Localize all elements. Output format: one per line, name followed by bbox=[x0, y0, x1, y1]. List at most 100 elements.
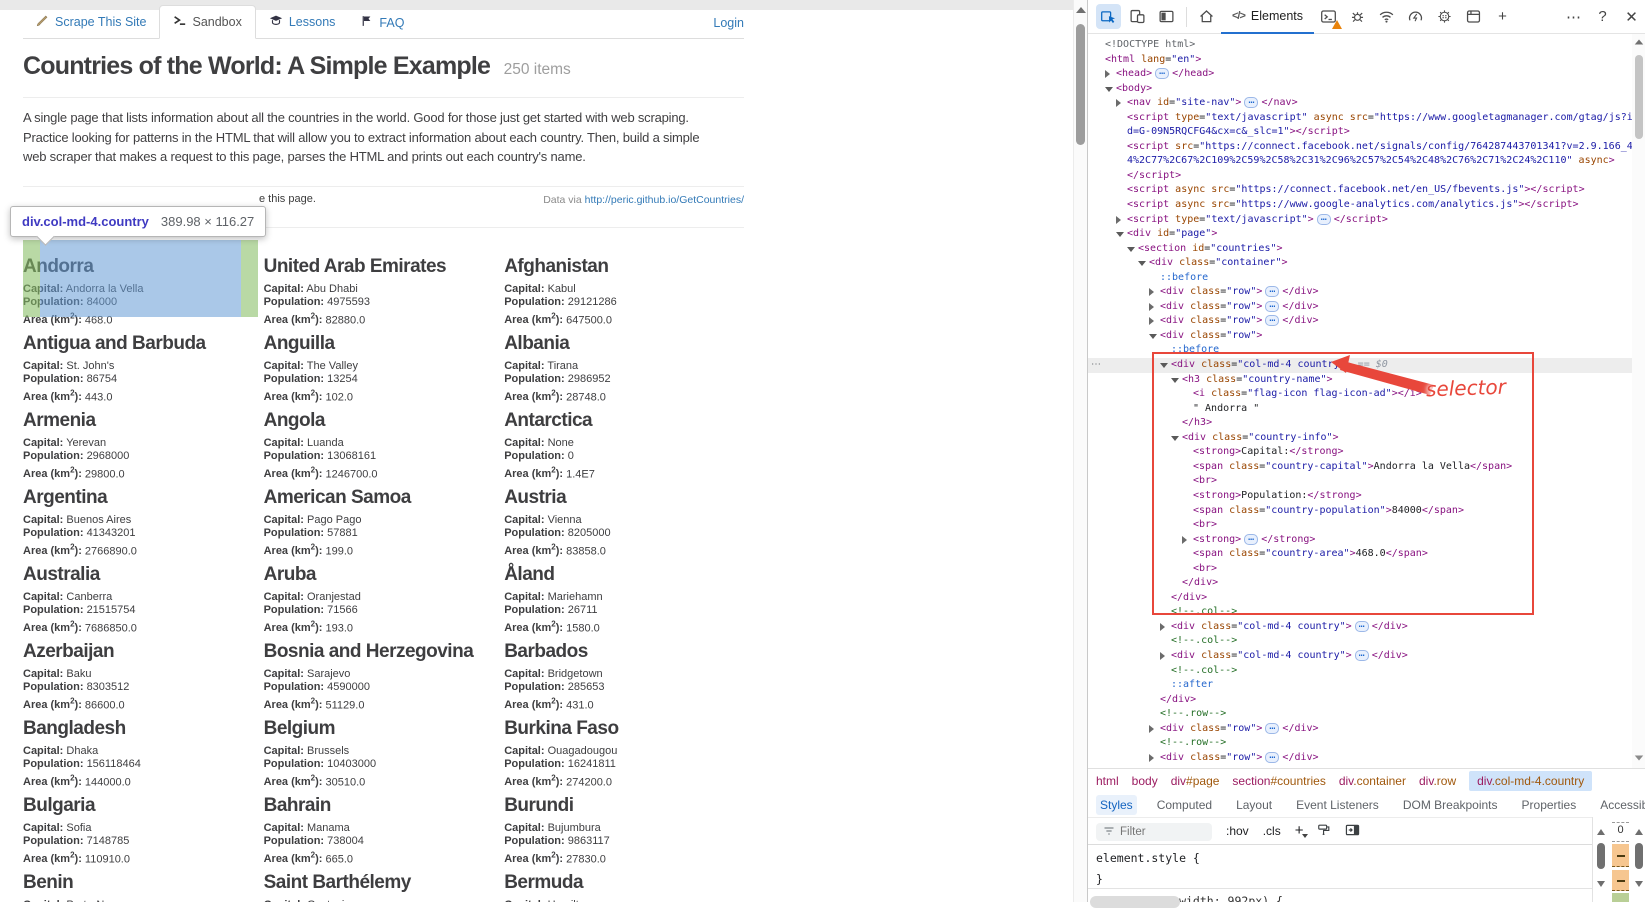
breadcrumb-item[interactable]: section#countries bbox=[1232, 774, 1325, 788]
expand-ellipsis-button[interactable]: … bbox=[1265, 752, 1279, 763]
panel-tab-layout[interactable]: Layout bbox=[1232, 795, 1276, 815]
panel-tab-accessibility[interactable]: Accessibility bbox=[1596, 795, 1645, 815]
collapse-arrow-icon[interactable] bbox=[1105, 87, 1113, 92]
scroll-down-arrow-icon[interactable] bbox=[1597, 881, 1605, 887]
dom-tree-line[interactable]: <!DOCTYPE html> bbox=[1088, 38, 1632, 53]
computed-sidebar-toggle-icon[interactable] bbox=[1345, 823, 1360, 840]
dom-tree-scrollbar[interactable] bbox=[1632, 34, 1645, 768]
expand-ellipsis-button[interactable]: … bbox=[1244, 97, 1258, 108]
nav-tab-sandbox[interactable]: Sandbox bbox=[159, 5, 255, 39]
scroll-up-arrow-icon[interactable] bbox=[1635, 829, 1643, 835]
collapse-arrow-icon[interactable] bbox=[1171, 378, 1179, 383]
dom-tree-line[interactable]: <div class="row"> bbox=[1088, 329, 1632, 344]
expand-ellipsis-button[interactable]: … bbox=[1155, 68, 1169, 79]
collapse-arrow-icon[interactable] bbox=[1171, 436, 1179, 441]
dom-tree-line[interactable]: <span class="country-population">84000</… bbox=[1088, 504, 1632, 519]
dom-tree-line[interactable]: <br> bbox=[1088, 474, 1632, 489]
dom-tree-line[interactable]: <strong>Capital:</strong> bbox=[1088, 445, 1632, 460]
panel-tab-event-listeners[interactable]: Event Listeners bbox=[1292, 795, 1383, 815]
dom-tree-line[interactable]: <strong>Population:</strong> bbox=[1088, 489, 1632, 504]
styles-scrollbar-thumb[interactable] bbox=[1597, 843, 1605, 869]
dom-tree-line[interactable]: " Andorra " bbox=[1088, 402, 1632, 417]
page-scrollbar-thumb[interactable] bbox=[1076, 24, 1085, 145]
expand-arrow-icon[interactable] bbox=[1105, 70, 1110, 78]
breadcrumb-item[interactable]: div.container bbox=[1339, 774, 1406, 788]
expand-ellipsis-button[interactable]: … bbox=[1265, 315, 1279, 326]
dom-tree-line[interactable]: <nav id="site-nav">…</nav> bbox=[1088, 96, 1632, 111]
expand-ellipsis-button[interactable]: … bbox=[1317, 214, 1331, 225]
nav-tab-scrape-this-site[interactable]: Scrape This Site bbox=[23, 6, 159, 38]
dom-tree-line[interactable]: </script> bbox=[1088, 169, 1632, 184]
help-icon[interactable]: ? bbox=[1590, 4, 1615, 29]
element-style-rule[interactable]: element.style { bbox=[1096, 851, 1200, 865]
panel-tab-styles[interactable]: Styles bbox=[1096, 795, 1137, 815]
expand-arrow-icon[interactable] bbox=[1160, 652, 1165, 660]
expand-ellipsis-button[interactable]: … bbox=[1265, 301, 1279, 312]
dom-scrollbar-thumb[interactable] bbox=[1635, 55, 1643, 139]
dom-tree-line[interactable]: ::after bbox=[1088, 678, 1632, 693]
sources-icon[interactable] bbox=[1345, 4, 1370, 29]
breadcrumb-item[interactable]: html bbox=[1096, 774, 1119, 788]
dom-tree-line[interactable]: 4%2C77%2C67%2C109%2C59%2C58%2C31%2C96%2C… bbox=[1088, 154, 1632, 169]
dom-tree-line[interactable]: <script async src="https://connect.faceb… bbox=[1088, 183, 1632, 198]
expand-ellipsis-button[interactable]: … bbox=[1265, 723, 1279, 734]
expand-arrow-icon[interactable] bbox=[1149, 754, 1154, 762]
home-icon[interactable] bbox=[1194, 4, 1219, 29]
dom-tree-line[interactable]: <div class="row">…</div> bbox=[1088, 751, 1632, 766]
dom-tree-line[interactable]: <div class="container"> bbox=[1088, 256, 1632, 271]
dom-tree-line[interactable]: <div class="col-md-4 country">…</div> bbox=[1088, 649, 1632, 664]
dom-tree-line[interactable]: <div class="row">…</div> bbox=[1088, 300, 1632, 315]
dom-tree-line[interactable]: <div id="page"> bbox=[1088, 227, 1632, 242]
expand-arrow-icon[interactable] bbox=[1116, 99, 1121, 107]
dom-tree-line[interactable]: <div class="row">…</div> bbox=[1088, 314, 1632, 329]
panel-tab-dom-breakpoints[interactable]: DOM Breakpoints bbox=[1399, 795, 1502, 815]
dom-tree-line[interactable]: </h3> bbox=[1088, 416, 1632, 431]
network-icon[interactable] bbox=[1374, 4, 1399, 29]
toggle-classes-button[interactable]: .cls bbox=[1263, 824, 1281, 838]
dom-tree-line[interactable]: </div> bbox=[1088, 591, 1632, 606]
expand-arrow-icon[interactable] bbox=[1149, 317, 1154, 325]
outer-scrollbar-thumb[interactable] bbox=[1635, 843, 1643, 869]
close-devtools-icon[interactable]: ✕ bbox=[1619, 4, 1644, 29]
expand-arrow-icon[interactable] bbox=[1182, 536, 1187, 544]
dom-tree-line[interactable]: <script async src="https://www.google-an… bbox=[1088, 198, 1632, 213]
more-options-icon[interactable]: ⋯ bbox=[1561, 4, 1586, 29]
dom-tree-line[interactable]: <!--.col--> bbox=[1088, 605, 1632, 620]
dom-tree-line[interactable]: <div class="row">…</div> bbox=[1088, 285, 1632, 300]
dom-tree-line[interactable]: <div class="col-md-4 country">…</div> bbox=[1088, 620, 1632, 635]
performance-icon[interactable] bbox=[1403, 4, 1428, 29]
scroll-down-arrow-icon[interactable] bbox=[1635, 881, 1643, 887]
dom-tree-line[interactable]: <script src="https://connect.facebook.ne… bbox=[1088, 140, 1632, 155]
dom-tree-line[interactable]: <span class="country-capital">Andorra la… bbox=[1088, 460, 1632, 475]
dom-tree-line[interactable]: <span class="country-area">468.0</span> bbox=[1088, 547, 1632, 562]
breadcrumb-item[interactable]: div.row bbox=[1419, 774, 1456, 788]
collapse-arrow-icon[interactable] bbox=[1127, 247, 1135, 252]
dom-tree-line[interactable]: <div class="country-info"> bbox=[1088, 431, 1632, 446]
breadcrumb-item[interactable]: body bbox=[1132, 774, 1158, 788]
scroll-down-arrow-icon[interactable] bbox=[1635, 755, 1644, 760]
dom-tree-line[interactable]: <!--.row--> bbox=[1088, 736, 1632, 751]
dom-tree-line[interactable]: <html lang="en"> bbox=[1088, 53, 1632, 68]
expand-ellipsis-button[interactable]: … bbox=[1355, 621, 1369, 632]
dom-tree-line[interactable]: <section id="countries"> bbox=[1088, 242, 1632, 257]
dock-side-icon[interactable] bbox=[1154, 4, 1179, 29]
dom-tree-line[interactable]: <script type="text/javascript" async src… bbox=[1088, 111, 1632, 126]
expand-ellipsis-button[interactable]: … bbox=[1355, 650, 1369, 661]
scroll-up-arrow-icon[interactable] bbox=[1597, 829, 1605, 835]
nav-tab-lessons[interactable]: Lessons bbox=[256, 5, 349, 38]
collapse-arrow-icon[interactable] bbox=[1116, 232, 1124, 237]
memory-icon[interactable] bbox=[1432, 4, 1457, 29]
dom-tree-line[interactable]: ::before bbox=[1088, 271, 1632, 286]
collapse-arrow-icon[interactable] bbox=[1138, 261, 1146, 266]
expand-ellipsis-button[interactable]: … bbox=[1265, 286, 1279, 297]
styles-horizontal-scrollbar-thumb[interactable] bbox=[1090, 896, 1180, 908]
expand-arrow-icon[interactable] bbox=[1149, 288, 1154, 296]
panel-tab-properties[interactable]: Properties bbox=[1518, 795, 1581, 815]
dom-tree-line[interactable]: <br> bbox=[1088, 518, 1632, 533]
console-icon[interactable] bbox=[1316, 4, 1341, 29]
breadcrumb-item[interactable]: div#page bbox=[1171, 774, 1220, 788]
dom-tree-line[interactable]: <!--.col--> bbox=[1088, 634, 1632, 649]
dom-tree-line[interactable]: <!--.row--> bbox=[1088, 707, 1632, 722]
dom-line-options-icon[interactable]: ⋯ bbox=[1091, 359, 1102, 370]
data-via-link[interactable]: http://peric.github.io/GetCountries/ bbox=[585, 194, 744, 206]
